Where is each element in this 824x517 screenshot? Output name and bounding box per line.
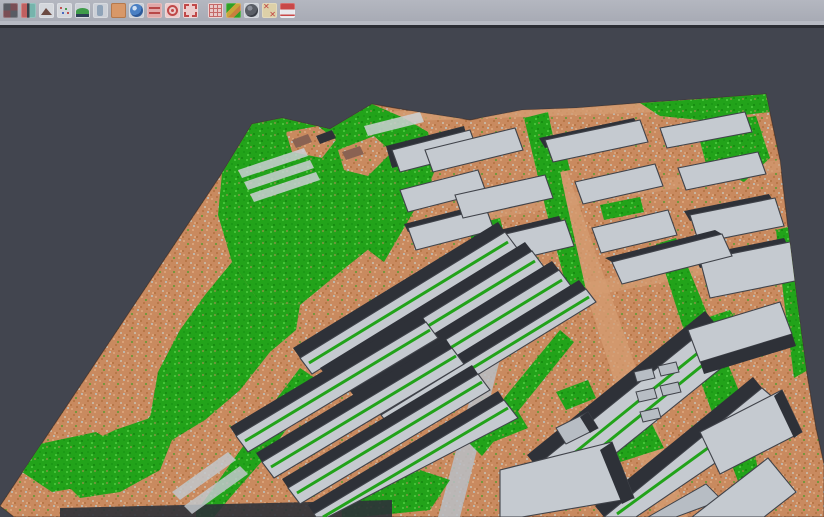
target-icon[interactable] [165,3,180,18]
dark-sphere-icon[interactable] [244,3,259,18]
classification-map-icon[interactable] [226,3,241,18]
split-colors-icon[interactable] [21,3,36,18]
column-icon[interactable] [93,3,108,18]
terrain-hill-icon[interactable] [75,3,90,18]
toolbar [0,0,824,21]
red-layers-icon[interactable] [280,3,295,18]
red-grid-icon[interactable] [208,3,223,18]
red-list-icon[interactable] [147,3,162,18]
orthophoto-icon[interactable] [111,3,126,18]
crop-brackets-icon[interactable] [183,3,198,18]
3d-viewport[interactable] [0,28,824,517]
mountain-icon[interactable] [39,3,54,18]
annotation-marks-icon[interactable] [262,3,277,18]
viewport [0,28,824,517]
scatter-points-icon[interactable] [57,3,72,18]
mosaic-icon[interactable] [3,3,18,18]
globe-icon[interactable] [129,3,144,18]
